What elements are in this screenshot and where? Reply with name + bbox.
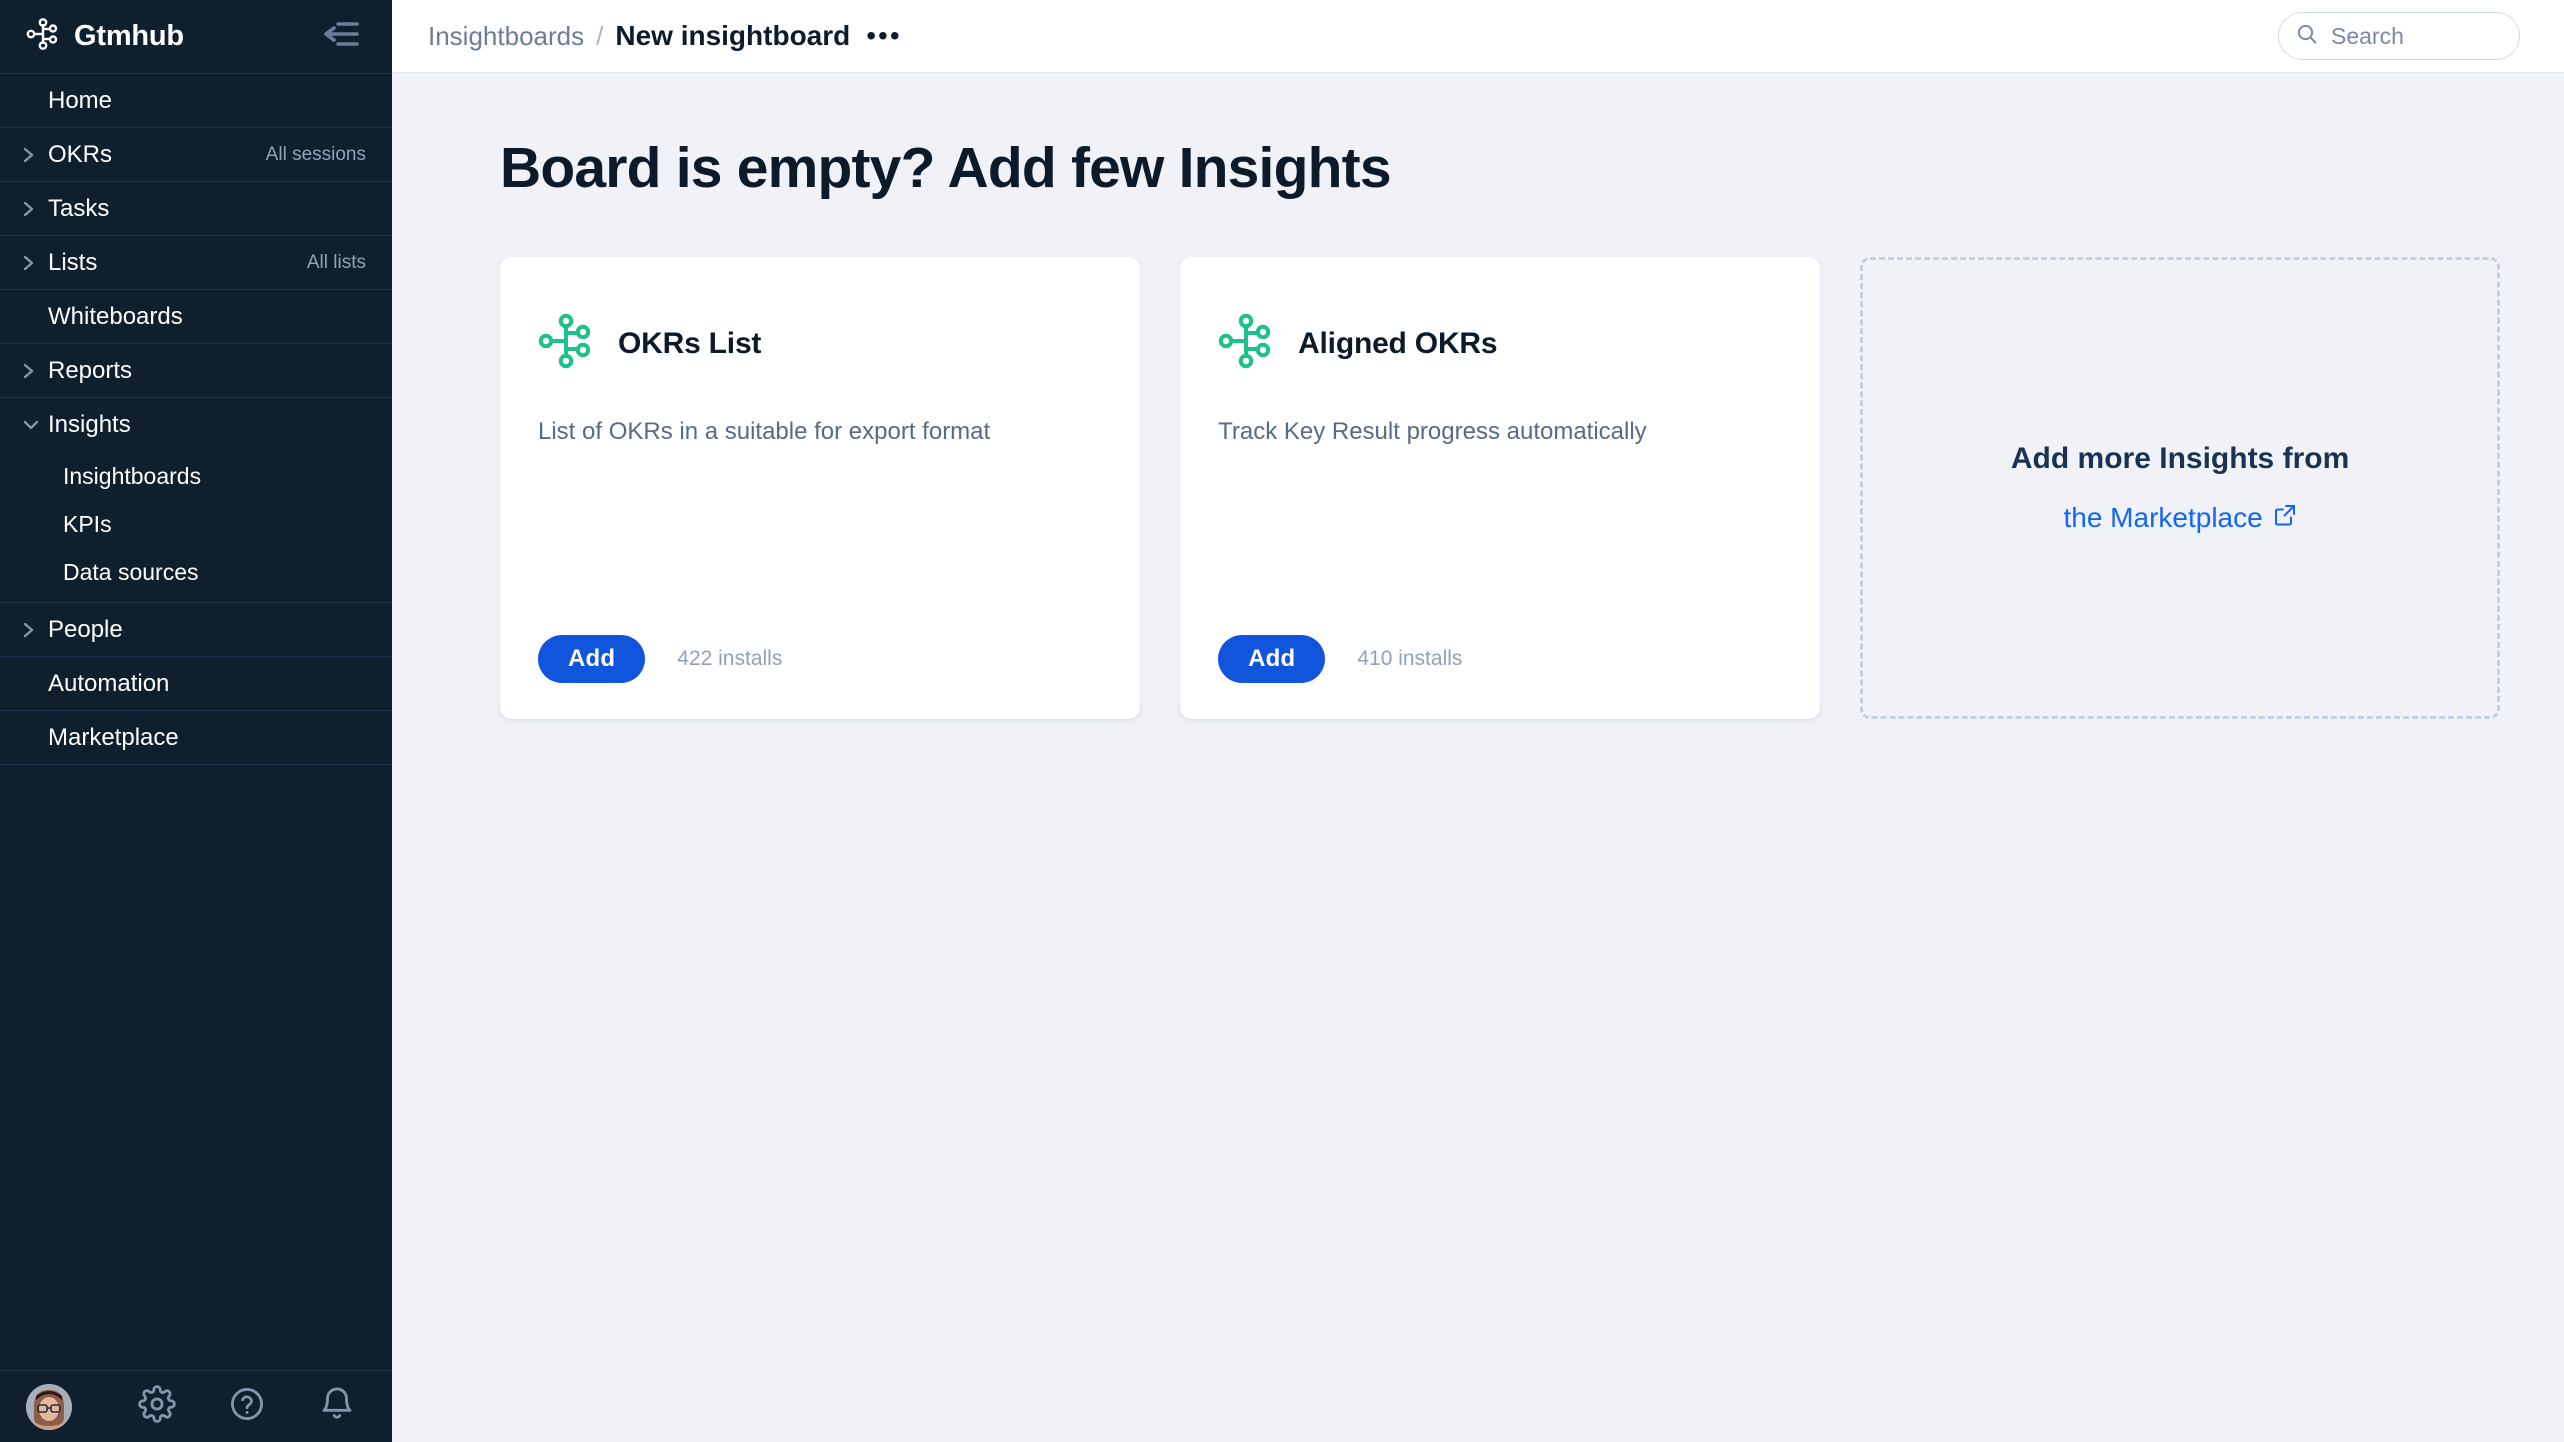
add-insight-button[interactable]: Add bbox=[538, 635, 646, 683]
sidebar-item-label: Whiteboards bbox=[48, 302, 183, 330]
sidebar-item-okrs[interactable]: OKRs All sessions bbox=[0, 128, 392, 182]
chevron-right-icon[interactable] bbox=[22, 361, 48, 381]
footer-icon-group bbox=[136, 1385, 358, 1428]
sidebar-item-marketplace[interactable]: Marketplace bbox=[0, 711, 392, 765]
chevron-right-icon[interactable] bbox=[22, 199, 48, 219]
search-icon bbox=[2295, 22, 2319, 51]
install-count: 410 installs bbox=[1357, 647, 1463, 670]
marketplace-link-label: the Marketplace bbox=[2063, 502, 2263, 533]
avatar[interactable] bbox=[26, 1383, 72, 1430]
placeholder-title: Add more Insights from bbox=[2010, 442, 2350, 475]
sidebar-item-label: Tasks bbox=[48, 194, 110, 222]
sidebar-item-insightboards[interactable]: Insightboards bbox=[0, 452, 392, 500]
gtmhub-node-logo-icon bbox=[26, 17, 60, 56]
insight-card-description: Track Key Result progress automatically bbox=[1218, 418, 1647, 445]
gear-icon bbox=[138, 1385, 176, 1428]
sidebar-subitem-label: Data sources bbox=[63, 558, 199, 585]
insight-card-title: OKRs List bbox=[618, 326, 762, 360]
sidebar: Gtmhub Home OKRs All sessions Tasks List… bbox=[0, 0, 392, 1442]
bell-icon bbox=[318, 1385, 356, 1428]
help-button[interactable] bbox=[226, 1386, 268, 1428]
insights-submenu: Insightboards KPIs Data sources bbox=[0, 452, 392, 603]
sidebar-item-lists[interactable]: Lists All lists bbox=[0, 236, 392, 290]
insight-card-header: OKRs List bbox=[538, 313, 1100, 374]
sidebar-item-label: Home bbox=[48, 86, 113, 114]
page-title: New insightboard bbox=[615, 20, 851, 51]
brand-name: Gtmhub bbox=[74, 20, 184, 52]
topbar: Insightboards / New insightboard ••• Sea… bbox=[392, 0, 2564, 73]
chevron-right-icon[interactable] bbox=[22, 253, 48, 273]
main-area: Insightboards / New insightboard ••• Sea… bbox=[392, 0, 2564, 1442]
search-input[interactable]: Search bbox=[2278, 12, 2520, 60]
sidebar-item-data-sources[interactable]: Data sources bbox=[0, 548, 392, 596]
sidebar-item-label: Automation bbox=[48, 669, 170, 697]
question-circle-icon bbox=[228, 1385, 266, 1428]
okr-node-graph-icon bbox=[1218, 313, 1274, 374]
marketplace-link[interactable]: the Marketplace bbox=[2063, 502, 2296, 534]
insight-card-header: Aligned OKRs bbox=[1218, 313, 1780, 374]
sidebar-item-insights[interactable]: Insights bbox=[0, 398, 392, 452]
sidebar-item-people[interactable]: People bbox=[0, 603, 392, 657]
sidebar-item-reports[interactable]: Reports bbox=[0, 344, 392, 398]
sidebar-item-kpis[interactable]: KPIs bbox=[0, 500, 392, 548]
settings-button[interactable] bbox=[136, 1385, 178, 1428]
sidebar-item-home[interactable]: Home bbox=[0, 74, 392, 128]
insight-card-footer: Add 410 installs bbox=[1218, 635, 1780, 683]
sidebar-subitem-label: Insightboards bbox=[63, 462, 202, 489]
insight-card-description: List of OKRs in a suitable for export fo… bbox=[538, 418, 991, 445]
sidebar-subitem-label: KPIs bbox=[63, 510, 112, 537]
sidebar-item-label: OKRs bbox=[48, 140, 113, 168]
sidebar-footer bbox=[0, 1370, 392, 1442]
marketplace-placeholder-card[interactable]: Add more Insights from the Marketplace bbox=[1860, 257, 2500, 719]
board-options-menu-icon[interactable]: ••• bbox=[866, 21, 901, 49]
chevron-down-icon[interactable] bbox=[22, 415, 48, 435]
breadcrumb-parent-link[interactable]: Insightboards bbox=[428, 21, 584, 52]
breadcrumb-separator: / bbox=[596, 20, 604, 51]
sidebar-header: Gtmhub bbox=[0, 0, 392, 73]
sidebar-item-meta[interactable]: All sessions bbox=[266, 144, 366, 166]
add-insight-button[interactable]: Add bbox=[1218, 635, 1326, 683]
sidebar-item-label: Insights bbox=[48, 411, 131, 438]
sidebar-nav: Home OKRs All sessions Tasks Lists All l… bbox=[0, 73, 392, 1370]
insight-card[interactable]: OKRs List List of OKRs in a suitable for… bbox=[500, 257, 1141, 719]
sidebar-item-label: Lists bbox=[48, 248, 98, 276]
insight-card-list: OKRs List List of OKRs in a suitable for… bbox=[500, 257, 2500, 719]
collapse-sidebar-icon bbox=[321, 19, 361, 54]
sidebar-item-whiteboards[interactable]: Whiteboards bbox=[0, 290, 392, 344]
insight-card-footer: Add 422 installs bbox=[538, 635, 1100, 683]
insight-card[interactable]: Aligned OKRs Track Key Result progress a… bbox=[1180, 257, 1821, 719]
notifications-button[interactable] bbox=[316, 1386, 358, 1428]
install-count: 422 installs bbox=[677, 647, 783, 670]
app-root: Gtmhub Home OKRs All sessions Tasks List… bbox=[0, 0, 2564, 1442]
sidebar-item-label: Marketplace bbox=[48, 723, 179, 751]
empty-state-heading: Board is empty? Add few Insights bbox=[500, 136, 1392, 200]
external-link-icon bbox=[2273, 502, 2297, 534]
sidebar-item-automation[interactable]: Automation bbox=[0, 657, 392, 711]
chevron-right-icon[interactable] bbox=[22, 145, 48, 165]
search-placeholder: Search bbox=[2331, 22, 2404, 49]
brand-logo[interactable]: Gtmhub bbox=[26, 17, 184, 56]
sidebar-item-label: Reports bbox=[48, 356, 133, 384]
breadcrumb: Insightboards / New insightboard ••• bbox=[428, 20, 902, 52]
collapse-sidebar-button[interactable] bbox=[318, 17, 364, 57]
sidebar-item-label: People bbox=[48, 615, 123, 643]
sidebar-item-tasks[interactable]: Tasks bbox=[0, 182, 392, 236]
insight-card-title: Aligned OKRs bbox=[1298, 326, 1498, 360]
content-area: Board is empty? Add few Insights OKRs Li… bbox=[392, 73, 2564, 1442]
sidebar-item-meta[interactable]: All lists bbox=[307, 252, 366, 274]
chevron-right-icon[interactable] bbox=[22, 620, 48, 640]
okr-node-graph-icon bbox=[538, 313, 594, 374]
